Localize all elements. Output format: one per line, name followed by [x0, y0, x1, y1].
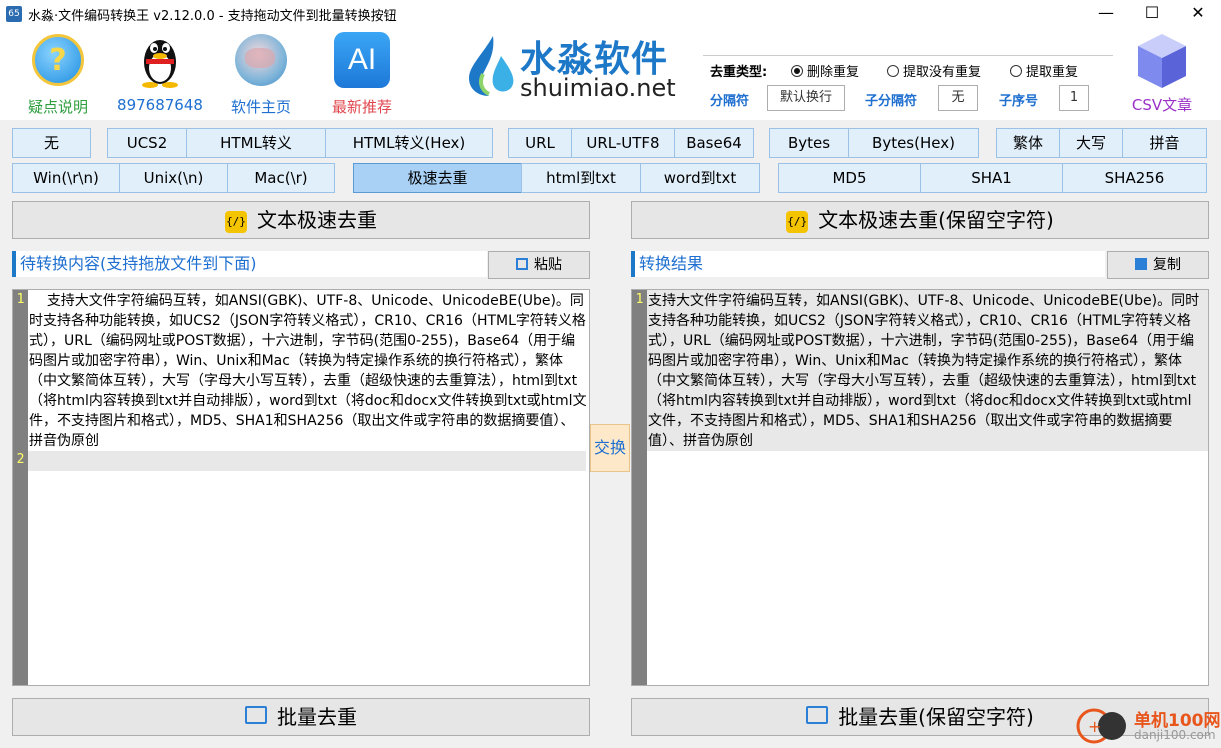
- separator-label: 分隔符: [710, 94, 750, 109]
- copy-button[interactable]: 复制: [1107, 251, 1209, 279]
- watermark-url: danji100.com: [1134, 728, 1216, 742]
- btn-ucs2[interactable]: UCS2: [107, 128, 187, 158]
- code-icon: {/}: [225, 211, 247, 233]
- btn-uppercase[interactable]: 大写: [1059, 128, 1123, 158]
- btn-fast-dedup[interactable]: 极速去重: [353, 163, 522, 193]
- btn-html-to-txt[interactable]: html到txt: [521, 163, 641, 193]
- batch-files-icon: [806, 706, 829, 724]
- help-button[interactable]: ? 疑点说明: [10, 30, 106, 118]
- line-number: 2: [16, 452, 25, 467]
- input-panel-title: 待转换内容(支持拖放文件到下面): [12, 251, 487, 277]
- brand-url: shuimiao.net: [520, 74, 676, 102]
- watermark: + 单机100网 danji100.com: [1076, 704, 1221, 746]
- title-bar: 65 水淼·文件编码转换王 v2.12.0.0 - 支持拖动文件到批量转换按钮 …: [0, 0, 1221, 28]
- sub-separator-label: 子分隔符: [865, 94, 918, 109]
- recommend-label: 最新推荐: [331, 98, 392, 116]
- paste-icon: [516, 258, 528, 270]
- water-drop-logo: [469, 36, 514, 96]
- qq-number: 897687648: [117, 96, 203, 114]
- btn-html-escape[interactable]: HTML转义: [186, 128, 326, 158]
- btn-bytes-hex[interactable]: Bytes(Hex): [848, 128, 979, 158]
- paste-button[interactable]: 粘贴: [488, 251, 590, 279]
- radio-checked-icon: [791, 65, 803, 77]
- input-text: 支持大文件字符编码互转，如ANSI(GBK)、UTF-8、Unicode、Uni…: [29, 293, 587, 449]
- copy-icon: [1135, 258, 1147, 270]
- line-number: 1: [635, 292, 644, 307]
- btn-base64[interactable]: Base64: [674, 128, 754, 158]
- radio-unchecked-icon: [1010, 65, 1022, 77]
- ai-icon: AI: [334, 32, 390, 88]
- help-label: 疑点说明: [27, 98, 88, 116]
- dedup-type-label: 去重类型:: [710, 65, 768, 80]
- btn-url-utf8[interactable]: URL-UTF8: [571, 128, 675, 158]
- btn-sha1[interactable]: SHA1: [920, 163, 1063, 193]
- output-editor[interactable]: 1 支持大文件字符编码互转，如ANSI(GBK)、UTF-8、Unicode、U…: [631, 289, 1209, 686]
- radio-extract-unique[interactable]: 提取没有重复: [887, 61, 981, 80]
- fast-dedup-keep-empty-button[interactable]: {/} 文本极速去重(保留空字符): [631, 201, 1209, 239]
- homepage-label: 软件主页: [230, 98, 291, 116]
- sub-separator-field[interactable]: 无: [938, 85, 978, 111]
- btn-word-to-txt[interactable]: word到txt: [640, 163, 760, 193]
- radio-unchecked-icon: [887, 65, 899, 77]
- btn-md5[interactable]: MD5: [778, 163, 921, 193]
- btn-unix-newline[interactable]: Unix(\n): [119, 163, 228, 193]
- index-label: 子序号: [999, 94, 1039, 109]
- watermark-logo-icon: +: [1076, 708, 1126, 744]
- btn-pinyin[interactable]: 拼音: [1122, 128, 1207, 158]
- btn-traditional[interactable]: 繁体: [996, 128, 1060, 158]
- btn-bytes[interactable]: Bytes: [769, 128, 849, 158]
- qq-penguin-icon: [142, 40, 178, 88]
- input-editor[interactable]: 1 2 支持大文件字符编码互转，如ANSI(GBK)、UTF-8、Unicode…: [12, 289, 590, 686]
- radio-delete-duplicates[interactable]: 删除重复: [791, 61, 859, 80]
- btn-html-escape-hex[interactable]: HTML转义(Hex): [325, 128, 493, 158]
- window-title: 水淼·文件编码转换王 v2.12.0.0 - 支持拖动文件到批量转换按钮: [28, 9, 397, 24]
- swap-button[interactable]: 交换: [590, 424, 630, 472]
- radio-extract-duplicates[interactable]: 提取重复: [1010, 61, 1078, 80]
- btn-none[interactable]: 无: [12, 128, 91, 158]
- close-icon[interactable]: ✕: [1175, 0, 1221, 28]
- separator-field[interactable]: 默认换行: [767, 85, 845, 111]
- index-field[interactable]: 1: [1059, 85, 1089, 111]
- btn-mac-newline[interactable]: Mac(\r): [227, 163, 335, 193]
- question-icon: ?: [32, 34, 84, 86]
- btn-win-newline[interactable]: Win(\r\n): [12, 163, 120, 193]
- batch-files-icon: [245, 706, 267, 724]
- recommend-button[interactable]: AI 最新推荐: [314, 30, 410, 118]
- maximize-icon[interactable]: ☐: [1129, 0, 1175, 28]
- output-text: 支持大文件字符编码互转，如ANSI(GBK)、UTF-8、Unicode、Uni…: [648, 293, 1200, 449]
- csv-cube-icon[interactable]: [1134, 32, 1190, 90]
- svg-text:+: +: [1088, 717, 1101, 736]
- minimize-icon[interactable]: —: [1083, 0, 1129, 28]
- globe-icon: [235, 34, 287, 86]
- batch-dedup-button[interactable]: 批量去重: [12, 698, 590, 736]
- app-icon: 65: [6, 6, 22, 22]
- btn-url[interactable]: URL: [508, 128, 572, 158]
- code-icon: {/}: [786, 211, 809, 233]
- csv-article-button[interactable]: CSV文章: [1126, 94, 1198, 115]
- line-number: 1: [16, 292, 25, 307]
- dedup-options-panel: 去重类型: 删除重复 提取没有重复 提取重复 分隔符 默认换行 子分隔符 无 子…: [703, 55, 1113, 115]
- homepage-button[interactable]: 软件主页: [213, 30, 309, 118]
- output-panel-title: 转换结果: [631, 251, 1105, 277]
- qq-button[interactable]: 897687648: [112, 30, 208, 118]
- fast-dedup-button[interactable]: {/} 文本极速去重: [12, 201, 590, 239]
- btn-sha256[interactable]: SHA256: [1062, 163, 1207, 193]
